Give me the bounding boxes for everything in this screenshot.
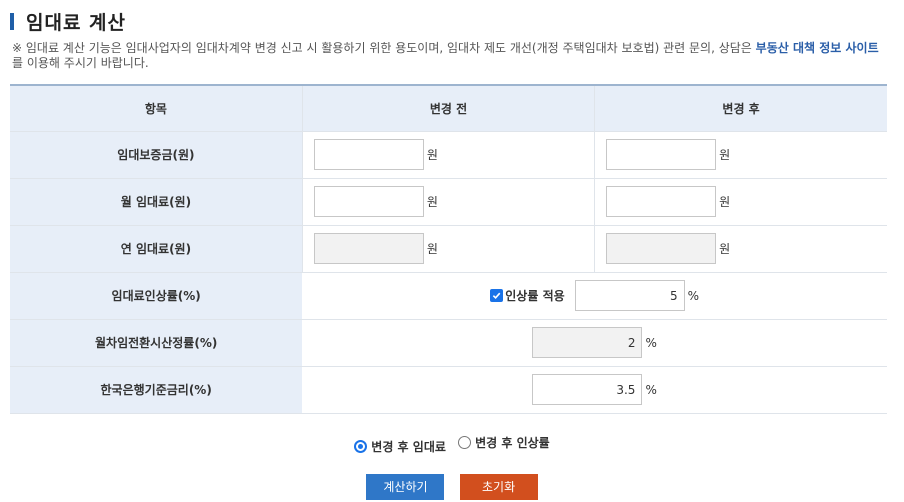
won-unit: 원 xyxy=(719,148,731,162)
notice-tail: 를 이용해 주시기 바랍니다. xyxy=(12,56,149,70)
annual-rent-label: 연 임대료(원) xyxy=(10,225,303,273)
page-title-bar: 임대료 계산 xyxy=(10,8,126,34)
reset-button[interactable]: 초기화 xyxy=(459,474,538,500)
row-increase-rate: 임대료인상률(%) 인상률 적용 % xyxy=(10,272,887,320)
base-rate-label: 한국은행기준금리(%) xyxy=(10,366,303,414)
percent-unit: % xyxy=(687,288,700,303)
deposit-before-input[interactable] xyxy=(313,139,424,170)
title-accent-bar xyxy=(10,12,14,30)
won-unit: 원 xyxy=(719,195,731,209)
row-base-rate: 한국은행기준금리(%) % xyxy=(10,366,887,414)
header-before: 변경 전 xyxy=(301,84,595,132)
apply-rate-checkbox-label: 인상률 적용 xyxy=(505,289,565,303)
radio-rate-after-dot[interactable] xyxy=(458,436,472,449)
deposit-after-input[interactable] xyxy=(606,139,717,170)
increase-rate-input[interactable] xyxy=(574,280,685,311)
header-item: 항목 xyxy=(10,84,303,132)
radio-rate-after[interactable]: 변경 후 인상률 xyxy=(458,434,550,451)
deposit-label: 임대보증금(원) xyxy=(10,131,303,179)
monthly-rent-label: 월 임대료(원) xyxy=(10,178,303,226)
increase-rate-label: 임대료인상률(%) xyxy=(10,272,303,320)
result-mode-radio-group: 변경 후 임대료 변경 후 인상률 xyxy=(0,434,904,455)
conversion-rate-input xyxy=(532,327,643,358)
base-rate-input[interactable] xyxy=(532,374,643,405)
row-monthly-rent: 월 임대료(원) 원 원 xyxy=(10,178,887,226)
row-conversion-rate: 월차임전환시산정률(%) % xyxy=(10,319,887,367)
action-buttons: 계산하기 초기화 xyxy=(0,474,904,500)
row-annual-rent: 연 임대료(원) 원 원 xyxy=(10,225,887,273)
monthly-rent-after-input[interactable] xyxy=(606,186,717,217)
row-deposit: 임대보증금(원) 원 원 xyxy=(10,131,887,179)
calculate-button[interactable]: 계산하기 xyxy=(366,474,445,500)
won-unit: 원 xyxy=(426,242,438,256)
header-after: 변경 후 xyxy=(594,84,887,132)
rent-calc-table: 항목 변경 전 변경 후 임대보증금(원) 원 원 월 임대료(원) 원 원 연… xyxy=(10,84,887,414)
radio-rent-after-dot[interactable] xyxy=(354,440,368,453)
page-title: 임대료 계산 xyxy=(26,11,127,34)
percent-unit: % xyxy=(645,335,657,350)
radio-rent-after[interactable]: 변경 후 임대료 xyxy=(354,438,446,455)
percent-unit: % xyxy=(645,382,657,397)
won-unit: 원 xyxy=(426,148,438,162)
table-header-row: 항목 변경 전 변경 후 xyxy=(10,84,887,132)
radio-rate-after-label: 변경 후 인상률 xyxy=(475,436,550,450)
policy-site-link[interactable]: 부동산 대책 정보 사이트 xyxy=(756,41,879,55)
radio-rent-after-label: 변경 후 임대료 xyxy=(371,440,446,454)
annual-rent-before-input xyxy=(313,233,424,264)
notice-body: ※ 임대료 계산 기능은 임대사업자의 임대차계약 변경 신고 시 활용하기 위… xyxy=(12,41,756,55)
notice-text: ※ 임대료 계산 기능은 임대사업자의 임대차계약 변경 신고 시 활용하기 위… xyxy=(12,41,892,71)
monthly-rent-before-input[interactable] xyxy=(313,186,424,217)
apply-rate-checkbox[interactable] xyxy=(490,289,504,302)
won-unit: 원 xyxy=(719,242,731,256)
conversion-rate-label: 월차임전환시산정률(%) xyxy=(10,319,303,367)
won-unit: 원 xyxy=(426,195,438,209)
apply-rate-checkbox-wrap[interactable]: 인상률 적용 xyxy=(490,287,565,304)
annual-rent-after-input xyxy=(606,233,717,264)
